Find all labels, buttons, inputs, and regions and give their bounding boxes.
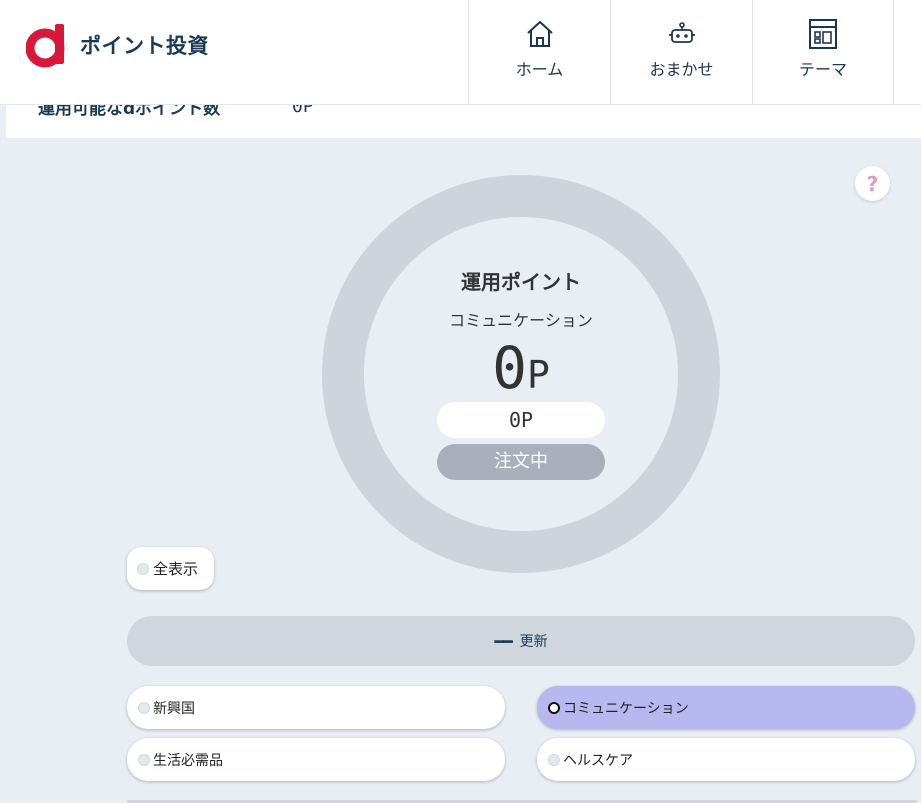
theme-radio <box>138 701 150 714</box>
show-all-toggle[interactable]: 全表示 <box>127 547 214 590</box>
invested-points-amount: 0P <box>321 334 721 402</box>
nav-omakase-label: おまかせ <box>649 60 714 79</box>
header: ポイント投資 ホーム おまかせ テーマ <box>0 0 921 105</box>
theme-option-healthcare[interactable]: ヘルスケア <box>537 738 915 781</box>
d-logo-icon <box>26 24 65 68</box>
theme-icon <box>809 19 837 49</box>
logo[interactable]: ポイント投資 <box>26 22 209 68</box>
brand-name: ポイント投資 <box>80 34 209 58</box>
home-icon <box>526 21 553 47</box>
update-dash-icon: ━━ <box>494 631 512 651</box>
theme-option-emerging[interactable]: 新興国 <box>127 686 505 729</box>
theme-radio <box>138 753 150 766</box>
donut-center: 運用ポイント コミュニケーション 0P 0P 注文中 <box>321 174 721 574</box>
theme-radio-selected <box>548 701 560 714</box>
points-value-pill: 0P <box>437 402 605 438</box>
robot-icon <box>668 22 695 43</box>
nav-home-label: ホーム <box>515 60 564 79</box>
amount-unit: P <box>527 353 550 397</box>
show-all-label: 全表示 <box>153 560 199 578</box>
theme-radio <box>548 753 560 766</box>
amount-number: 0 <box>492 334 528 402</box>
help-button[interactable]: ? <box>855 166 890 201</box>
theme-label: コミュニケーション <box>563 700 689 717</box>
theme-label: 生活必需品 <box>153 752 223 769</box>
invested-points-title: 運用ポイント <box>461 270 581 294</box>
update-label: 更新 <box>519 634 548 650</box>
nav-omakase[interactable]: おまかせ <box>610 0 752 105</box>
show-all-radio <box>137 562 149 575</box>
theme-option-communication[interactable]: コミュニケーション <box>537 686 915 729</box>
ordering-badge: 注文中 <box>437 444 605 480</box>
nav-theme[interactable]: テーマ <box>752 0 894 105</box>
selected-theme-name: コミュニケーション <box>449 311 593 330</box>
theme-option-consumer-staples[interactable]: 生活必需品 <box>127 738 505 781</box>
main-nav: ホーム おまかせ テーマ <box>468 0 894 105</box>
nav-theme-label: テーマ <box>798 60 847 79</box>
nav-home[interactable]: ホーム <box>468 0 610 105</box>
theme-label: ヘルスケア <box>563 752 633 769</box>
update-button[interactable]: ━━ 更新 <box>127 616 915 666</box>
theme-label: 新興国 <box>153 700 195 717</box>
